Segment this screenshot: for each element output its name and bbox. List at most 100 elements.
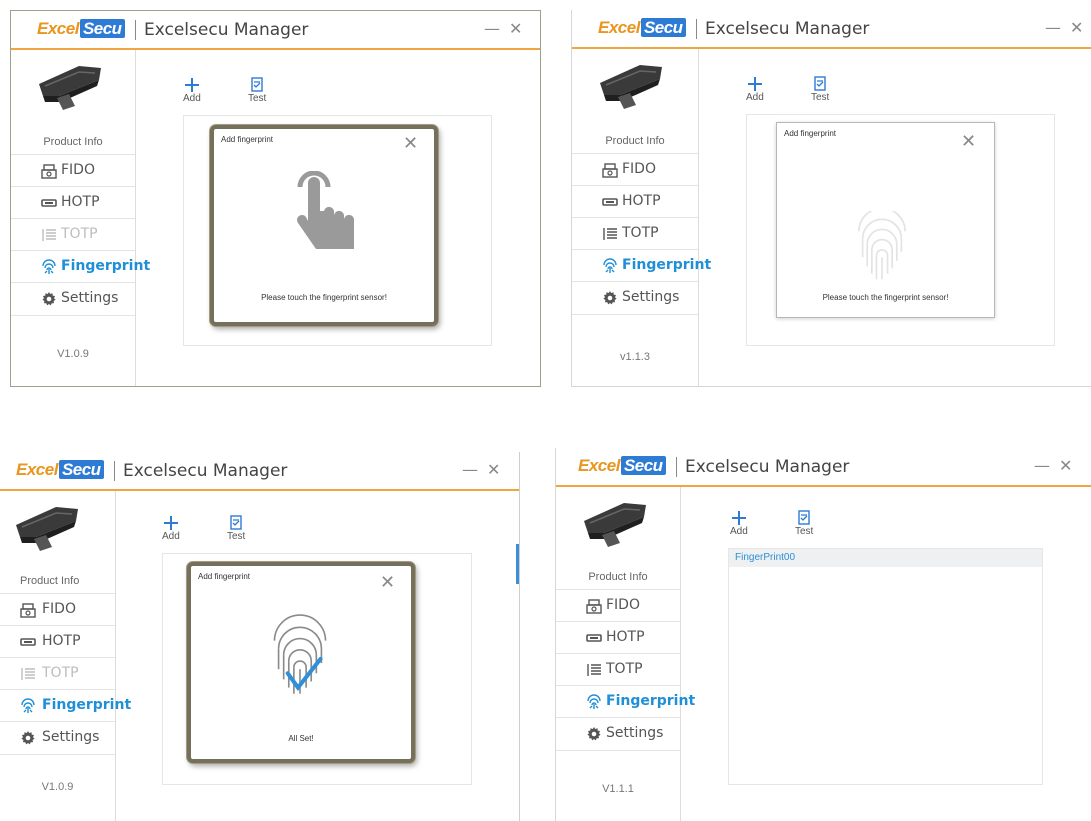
app-title: Excelsecu Manager: [144, 20, 309, 40]
plus-icon: [163, 516, 178, 530]
gear-icon: [587, 727, 601, 741]
add-button[interactable]: Add: [730, 510, 748, 537]
scrollbar-thumb[interactable]: [516, 544, 519, 584]
sidebar-item-totp[interactable]: TOTP: [0, 657, 115, 690]
app-title: Excelsecu Manager: [705, 19, 870, 39]
test-button[interactable]: Test: [811, 76, 829, 103]
dialog-message: All Set!: [288, 734, 314, 743]
dialog-message: Please touch the fingerprint sensor!: [822, 293, 949, 302]
fingerprint-list: FingerPrint00: [728, 548, 1043, 785]
sidebar-item-fido[interactable]: FIDO: [556, 589, 680, 622]
minimize-button[interactable]: —: [1045, 18, 1061, 37]
dialog-close-icon[interactable]: ✕: [403, 133, 418, 154]
sidebar-item-hotp[interactable]: HOTP: [572, 185, 698, 218]
sidebar-item-totp[interactable]: TOTP: [572, 217, 698, 250]
totp-icon: [21, 667, 36, 681]
security-key-image: [583, 502, 647, 548]
close-button[interactable]: ✕: [1059, 456, 1072, 475]
add-button[interactable]: Add: [183, 77, 201, 104]
gear-icon: [21, 731, 35, 745]
product-info-link[interactable]: Product Info: [572, 135, 698, 147]
sidebar-item-hotp[interactable]: HOTP: [556, 621, 680, 654]
dialog-title: Add fingerprint: [784, 129, 837, 138]
minimize-button[interactable]: —: [484, 19, 500, 38]
close-button[interactable]: ✕: [509, 19, 522, 38]
sidebar-item-fingerprint[interactable]: Fingerprint: [11, 250, 150, 283]
hotp-icon: [586, 634, 602, 642]
dialog-close-icon[interactable]: ✕: [380, 572, 395, 593]
sidebar-item-fido[interactable]: FIDO: [0, 593, 115, 626]
totp-icon: [587, 663, 602, 677]
fingerprint-icon: [587, 694, 601, 710]
plus-icon: [184, 78, 199, 92]
sidebar-item-settings[interactable]: Settings: [0, 721, 115, 755]
fido-icon: [20, 603, 36, 618]
minimize-button[interactable]: —: [462, 460, 478, 479]
fingerprint-icon: [42, 259, 56, 275]
product-info-link[interactable]: Product Info: [556, 571, 680, 583]
sidebar-item-fido[interactable]: FIDO: [572, 153, 698, 186]
hotp-icon: [41, 199, 57, 207]
gear-icon: [42, 292, 56, 306]
test-icon: [230, 515, 242, 530]
fingerprint-scan-icon: [858, 211, 906, 281]
sidebar-item-hotp[interactable]: HOTP: [11, 186, 135, 219]
product-info-link[interactable]: Product Info: [20, 575, 135, 587]
test-icon: [798, 510, 810, 525]
close-button[interactable]: ✕: [1070, 18, 1083, 37]
sidebar: Product Info FIDO HOTP TOTP Fingerprint …: [556, 487, 695, 821]
fingerprint-icon: [603, 258, 617, 274]
fingerprint-check-icon: [273, 614, 327, 695]
sidebar-item-settings[interactable]: Settings: [11, 282, 135, 316]
title-bar: Excel Secu Excelsecu Manager — ✕: [11, 11, 540, 50]
add-button[interactable]: Add: [746, 76, 764, 103]
fido-icon: [41, 164, 57, 179]
sidebar: Product Info FIDO HOTP TOTP Fingerprint …: [0, 491, 131, 821]
dialog-title: Add fingerprint: [221, 135, 274, 144]
version-label: v1.1.3: [620, 351, 650, 363]
add-fingerprint-dialog: Add fingerprint ✕ Please touch the finge…: [210, 125, 438, 326]
touch-hand-icon: [297, 171, 355, 249]
sidebar-item-totp[interactable]: TOTP: [11, 218, 135, 251]
add-button[interactable]: Add: [162, 515, 180, 542]
dialog-close-icon[interactable]: ✕: [961, 131, 976, 152]
title-bar: Excel Secu Excelsecu Manager — ✕: [572, 10, 1091, 49]
product-info-link[interactable]: Product Info: [11, 136, 135, 148]
plus-icon: [731, 511, 746, 525]
version-label: V1.0.9: [41, 781, 74, 793]
brand-logo: Excel Secu: [578, 456, 666, 476]
fido-icon: [586, 599, 602, 614]
sidebar-item-hotp[interactable]: HOTP: [0, 625, 115, 658]
add-fingerprint-dialog: Add fingerprint ✕ Please touch the finge…: [776, 122, 995, 318]
test-button[interactable]: Test: [227, 515, 245, 542]
version-label: V1.0.9: [57, 348, 89, 360]
sidebar-item-settings[interactable]: Settings: [556, 717, 680, 751]
brand-logo: Excel Secu: [16, 460, 104, 480]
test-button[interactable]: Test: [795, 510, 813, 537]
close-button[interactable]: ✕: [487, 460, 500, 479]
sidebar-item-fingerprint[interactable]: Fingerprint: [556, 685, 695, 718]
test-button[interactable]: Test: [248, 77, 266, 104]
test-icon: [814, 76, 826, 91]
sidebar: Product Info FIDO HOTP TOTP Fingerprint …: [11, 50, 150, 386]
minimize-button[interactable]: —: [1034, 456, 1050, 475]
brand-logo: Excel Secu: [37, 19, 125, 39]
sidebar-item-fido[interactable]: FIDO: [11, 154, 135, 187]
dialog-title: Add fingerprint: [198, 572, 251, 581]
hotp-icon: [602, 198, 618, 206]
sidebar-item-fingerprint[interactable]: Fingerprint: [0, 689, 131, 722]
test-icon: [251, 77, 263, 92]
list-item[interactable]: FingerPrint00: [729, 549, 1042, 567]
fingerprint-icon: [21, 698, 35, 714]
dialog-message: Please touch the fingerprint sensor!: [261, 293, 387, 302]
security-key-image: [599, 64, 663, 110]
sidebar-item-totp[interactable]: TOTP: [556, 653, 680, 686]
manager-window-1: Excel Secu Excelsecu Manager — ✕ Product …: [10, 10, 541, 387]
manager-window-4: Excel Secu Excelsecu Manager — ✕ Product …: [555, 448, 1091, 821]
version-label: V1.1.1: [602, 783, 634, 795]
app-title: Excelsecu Manager: [123, 461, 288, 481]
sidebar: Product Info FIDO HOTP TOTP Fingerprint …: [572, 49, 711, 386]
sidebar-item-settings[interactable]: Settings: [572, 281, 698, 315]
sidebar-item-fingerprint[interactable]: Fingerprint: [572, 249, 711, 282]
manager-window-3: Excel Secu Excelsecu Manager — ✕ Product …: [0, 452, 520, 821]
